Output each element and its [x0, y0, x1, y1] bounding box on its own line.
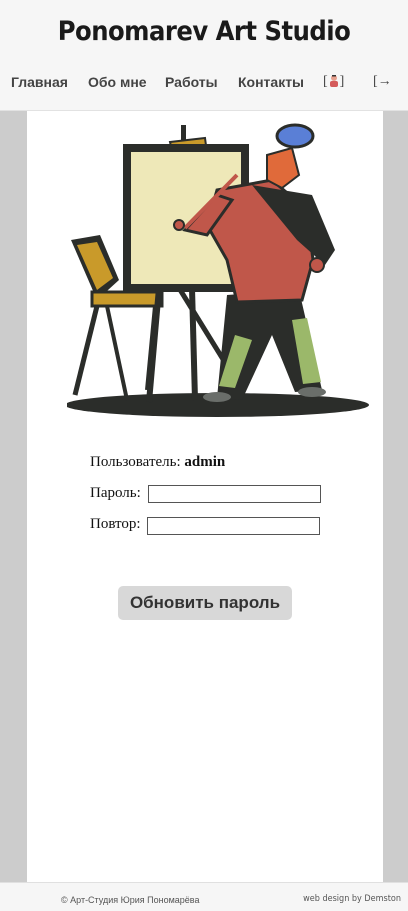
- copyright-text: © Арт-Студия Юрия Пономарёва: [61, 895, 200, 905]
- nav-item-logout[interactable]: [→: [373, 74, 392, 90]
- repeat-row: Повтор:: [90, 516, 330, 535]
- site-title[interactable]: Ponomarev Art Studio: [0, 16, 408, 47]
- site-footer: © Арт-Студия Юрия Пономарёва web design …: [0, 882, 408, 911]
- password-label: Пароль:: [90, 485, 141, 501]
- user-avatar-icon: [329, 75, 338, 87]
- nav-item-user-profile[interactable]: []: [323, 74, 344, 90]
- site-header: Ponomarev Art Studio Главная Обо мне Раб…: [0, 0, 408, 111]
- user-row: Пользователь: admin: [90, 454, 225, 471]
- nav-item-works[interactable]: Работы: [165, 74, 218, 90]
- repeat-password-input[interactable]: [147, 517, 320, 535]
- password-input[interactable]: [148, 485, 321, 503]
- right-gutter: [383, 111, 408, 882]
- repeat-label: Повтор:: [90, 516, 141, 532]
- main-nav: Главная Обо мне Работы Контакты [] [→: [0, 74, 408, 94]
- left-gutter: [0, 111, 27, 882]
- user-label: Пользователь:: [90, 454, 181, 470]
- painter-at-easel-illustration: [67, 123, 369, 417]
- password-row: Пароль:: [90, 485, 330, 503]
- design-credit-link[interactable]: web design by Demston: [303, 894, 401, 904]
- bracket-close: ]: [339, 74, 345, 89]
- nav-item-contacts[interactable]: Контакты: [238, 74, 304, 90]
- update-password-button[interactable]: Обновить пароль: [118, 586, 292, 620]
- nav-item-about[interactable]: Обо мне: [88, 74, 147, 90]
- nav-item-home[interactable]: Главная: [11, 74, 68, 90]
- username-value: admin: [184, 454, 226, 470]
